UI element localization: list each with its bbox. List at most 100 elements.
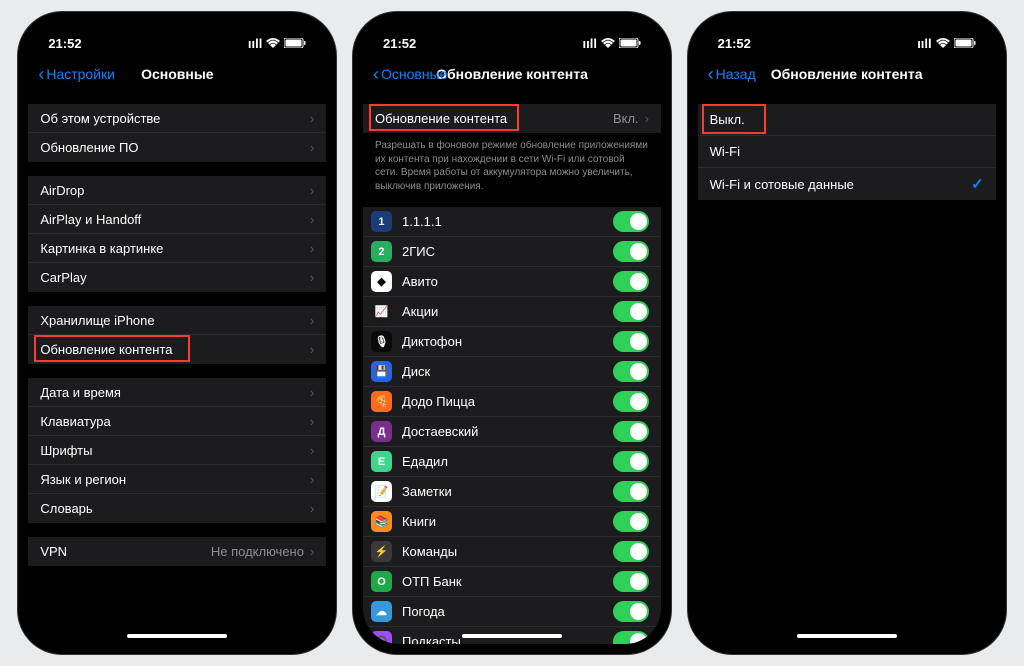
- checkmark-icon: ✓: [971, 175, 984, 193]
- app-toggle[interactable]: [613, 271, 649, 292]
- nav-bar: ‹ Настройки Основные: [28, 58, 326, 90]
- row-value: Не подключено: [211, 544, 304, 559]
- app-row: 📈Акции: [363, 297, 661, 327]
- settings-row[interactable]: VPNНе подключено›: [28, 537, 326, 566]
- option-label: Wi-Fi и сотовые данные: [710, 177, 971, 192]
- row-label: AirPlay и Handoff: [40, 212, 310, 227]
- status-time: 21:52: [718, 36, 751, 51]
- app-icon: 2: [371, 241, 392, 262]
- row-label: Дата и время: [40, 385, 310, 400]
- settings-row[interactable]: Об этом устройстве›: [28, 104, 326, 133]
- settings-section: Хранилище iPhone›Обновление контента›: [28, 306, 326, 364]
- chevron-right-icon: ›: [645, 111, 649, 126]
- chevron-right-icon: ›: [310, 270, 314, 285]
- back-label: Назад: [716, 66, 756, 82]
- app-label: Диктофон: [402, 334, 603, 349]
- app-toggle[interactable]: [613, 481, 649, 502]
- row-label: Картинка в картинке: [40, 241, 310, 256]
- content-2[interactable]: Обновление контентаВкл.›Разрешать в фоно…: [363, 90, 661, 644]
- home-indicator[interactable]: [462, 634, 562, 638]
- content-1[interactable]: Об этом устройстве›Обновление ПО› AirDrop…: [28, 90, 326, 644]
- app-toggle[interactable]: [613, 391, 649, 412]
- app-toggle[interactable]: [613, 361, 649, 382]
- settings-row[interactable]: Дата и время›: [28, 378, 326, 407]
- back-label: Настройки: [46, 66, 115, 82]
- signal-icon: ııll: [917, 36, 931, 51]
- home-indicator[interactable]: [797, 634, 897, 638]
- chevron-left-icon: ‹: [38, 64, 44, 85]
- option-label: Выкл.: [710, 112, 984, 127]
- back-label: Основные: [381, 66, 447, 82]
- chevron-right-icon: ›: [310, 111, 314, 126]
- row-label: Хранилище iPhone: [40, 313, 310, 328]
- status-time: 21:52: [48, 36, 81, 51]
- options-section: Выкл.Wi-FiWi-Fi и сотовые данные✓: [698, 104, 996, 200]
- app-toggle[interactable]: [613, 631, 649, 644]
- app-toggle[interactable]: [613, 601, 649, 622]
- row-label: Обновление контента: [375, 111, 613, 126]
- app-icon: ⚡: [371, 541, 392, 562]
- app-row: 📚 Книги: [363, 507, 661, 537]
- app-icon: 📝: [371, 481, 392, 502]
- status-time: 21:52: [383, 36, 416, 51]
- app-icon: 🎧: [371, 631, 392, 644]
- settings-row[interactable]: CarPlay›: [28, 263, 326, 292]
- back-button[interactable]: ‹ Настройки: [38, 64, 115, 85]
- background-refresh-row[interactable]: Обновление контентаВкл.›: [363, 104, 661, 133]
- back-button[interactable]: ‹ Назад: [708, 64, 756, 85]
- settings-row[interactable]: Хранилище iPhone›: [28, 306, 326, 335]
- settings-row[interactable]: AirPlay и Handoff›: [28, 205, 326, 234]
- chevron-right-icon: ›: [310, 313, 314, 328]
- app-toggle[interactable]: [613, 211, 649, 232]
- app-icon: О: [371, 571, 392, 592]
- wifi-icon: [601, 36, 615, 51]
- notch: [112, 12, 242, 34]
- wifi-icon: [936, 36, 950, 51]
- row-label: Шрифты: [40, 443, 310, 458]
- app-toggle[interactable]: [613, 451, 649, 472]
- settings-row[interactable]: Язык и регион›: [28, 465, 326, 494]
- row-label: CarPlay: [40, 270, 310, 285]
- back-button[interactable]: ‹ Основные: [373, 64, 447, 85]
- app-row: ООТП Банк: [363, 567, 661, 597]
- phone-frame-3: 21:52 ııll ‹ Назад Обновление контента В…: [688, 12, 1006, 654]
- settings-row[interactable]: Клавиатура›: [28, 407, 326, 436]
- header-section: Обновление контентаВкл.›: [363, 104, 661, 133]
- app-toggle[interactable]: [613, 331, 649, 352]
- settings-row[interactable]: Обновление ПО›: [28, 133, 326, 162]
- settings-row[interactable]: Словарь›: [28, 494, 326, 523]
- option-row[interactable]: Wi-Fi и сотовые данные✓: [698, 168, 996, 200]
- app-row: 💾Диск: [363, 357, 661, 387]
- settings-section: Дата и время›Клавиатура›Шрифты›Язык и ре…: [28, 378, 326, 523]
- app-row: ДДостаевский: [363, 417, 661, 447]
- option-row[interactable]: Wi-Fi: [698, 136, 996, 168]
- app-toggle[interactable]: [613, 421, 649, 442]
- row-label: VPN: [40, 544, 211, 559]
- home-indicator[interactable]: [127, 634, 227, 638]
- app-icon: 📚: [371, 511, 392, 532]
- settings-row[interactable]: Шрифты›: [28, 436, 326, 465]
- app-toggle[interactable]: [613, 511, 649, 532]
- app-row: 🍕Додо Пицца: [363, 387, 661, 417]
- signal-icon: ııll: [583, 36, 597, 51]
- row-label: Обновление контента: [40, 342, 310, 357]
- settings-row[interactable]: Обновление контента›: [28, 335, 326, 364]
- chevron-right-icon: ›: [310, 212, 314, 227]
- app-row: ☁Погода: [363, 597, 661, 627]
- app-row: ◆Авито: [363, 267, 661, 297]
- settings-row[interactable]: AirDrop›: [28, 176, 326, 205]
- app-toggle[interactable]: [613, 541, 649, 562]
- phone-frame-2: 21:52 ııll ‹ Основные Обновление контент…: [353, 12, 671, 654]
- chevron-left-icon: ‹: [708, 64, 714, 85]
- content-3[interactable]: Выкл.Wi-FiWi-Fi и сотовые данные✓: [698, 90, 996, 644]
- section-footer: Разрешать в фоновом режиме обновление пр…: [363, 133, 661, 199]
- option-row[interactable]: Выкл.: [698, 104, 996, 136]
- app-toggle[interactable]: [613, 571, 649, 592]
- app-toggle[interactable]: [613, 301, 649, 322]
- settings-row[interactable]: Картинка в картинке›: [28, 234, 326, 263]
- app-icon: 📈: [371, 301, 392, 322]
- app-label: Книги: [402, 514, 603, 529]
- app-toggle[interactable]: [613, 241, 649, 262]
- settings-section: VPNНе подключено›: [28, 537, 326, 566]
- status-indicators: ııll: [917, 36, 975, 51]
